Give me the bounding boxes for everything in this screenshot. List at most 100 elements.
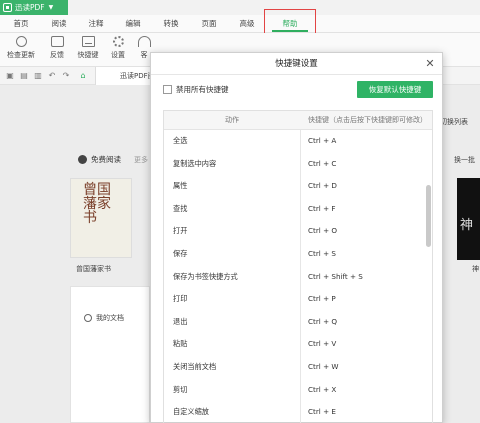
- header-action: 动作: [225, 116, 239, 124]
- save-icon[interactable]: ▤: [19, 71, 29, 81]
- shortcuts-button[interactable]: 快捷键: [71, 36, 105, 60]
- free-reading-heading: 免费阅读: [78, 154, 121, 165]
- redo-icon[interactable]: ↷: [61, 71, 71, 81]
- home-icon[interactable]: ⌂: [78, 71, 88, 81]
- shortcut-cell[interactable]: Ctrl + F: [308, 198, 336, 221]
- table-row[interactable]: 自定义缩放 Ctrl + E: [164, 401, 432, 423]
- table-row[interactable]: 查找 Ctrl + F: [164, 198, 432, 221]
- shortcut-table: 动作 快捷键（点击后按下快捷键即可修改） 全选 Ctrl + A 复制选中内容 Ct…: [163, 110, 433, 423]
- restore-default-button[interactable]: 恢复默认快捷键: [357, 81, 433, 98]
- feedback-label: 反馈: [50, 51, 64, 59]
- table-row[interactable]: 复制选中内容 Ctrl + C: [164, 153, 432, 176]
- shortcut-cell[interactable]: Ctrl + C: [308, 153, 336, 176]
- free-reading-label: 免费阅读: [91, 155, 121, 164]
- shortcut-settings-dialog: 快捷键设置 ✕ 禁用所有快捷键 恢复默认快捷键 动作 快捷键（点击后按下快捷键即…: [150, 52, 443, 423]
- more-link[interactable]: 更多: [134, 155, 148, 165]
- menu-convert[interactable]: 转换: [154, 15, 188, 33]
- menu-edit[interactable]: 编辑: [116, 15, 150, 33]
- shortcut-cell[interactable]: Ctrl + P: [308, 288, 336, 311]
- shortcut-cell[interactable]: Ctrl + E: [308, 401, 336, 423]
- table-row[interactable]: 全选 Ctrl + A: [164, 130, 432, 153]
- print-icon[interactable]: ▥: [33, 71, 43, 81]
- action-cell: 打开: [173, 226, 188, 236]
- table-row[interactable]: 打开 Ctrl + O: [164, 220, 432, 243]
- action-cell: 打印: [173, 294, 188, 304]
- table-row[interactable]: 保存为书签快捷方式 Ctrl + Shift + S: [164, 266, 432, 289]
- shortcut-rows: 全选 Ctrl + A 复制选中内容 Ctrl + C 属性 Ctrl + D 查找 C…: [164, 130, 432, 423]
- book-title[interactable]: 曾国藩家书: [76, 264, 111, 274]
- shortcut-cell[interactable]: Ctrl + X: [308, 379, 336, 402]
- app-logo-icon: [3, 3, 12, 12]
- table-row[interactable]: 保存 Ctrl + S: [164, 243, 432, 266]
- switch-list-link[interactable]: 切换列表: [440, 117, 468, 127]
- menu-read[interactable]: 阅读: [42, 15, 76, 33]
- my-documents-heading: 我的文档: [84, 313, 124, 323]
- check-update-button[interactable]: 检查更新: [4, 36, 38, 60]
- book-cover-right-glyph: 神: [460, 218, 474, 233]
- refresh-check-icon: [15, 36, 27, 47]
- shortcuts-label: 快捷键: [77, 51, 99, 59]
- shortcut-cell[interactable]: Ctrl + D: [308, 175, 337, 198]
- action-cell: 粘贴: [173, 339, 188, 349]
- table-row[interactable]: 关闭当前文档 Ctrl + W: [164, 356, 432, 379]
- shortcut-cell[interactable]: Ctrl + S: [308, 243, 336, 266]
- app-title: 迅读PDF: [15, 3, 45, 12]
- disable-all-label: 禁用所有快捷键: [176, 85, 229, 94]
- document-icon: [84, 314, 92, 322]
- keyboard-icon: [81, 36, 95, 47]
- table-row[interactable]: 属性 Ctrl + D: [164, 175, 432, 198]
- action-cell: 属性: [173, 181, 188, 191]
- feedback-icon: [50, 36, 64, 47]
- action-cell: 退出: [173, 316, 188, 326]
- action-cell: 查找: [173, 203, 188, 213]
- table-scrollbar[interactable]: [426, 185, 431, 247]
- my-documents-panel: [70, 286, 150, 423]
- book-icon: [78, 155, 87, 164]
- table-row[interactable]: 退出 Ctrl + Q: [164, 311, 432, 334]
- feedback-button[interactable]: 反馈: [40, 36, 74, 60]
- shortcut-cell[interactable]: Ctrl + W: [308, 356, 339, 379]
- action-cell: 保存为书签快捷方式: [173, 271, 238, 281]
- table-row[interactable]: 粘贴 Ctrl + V: [164, 333, 432, 356]
- support-label: 客: [140, 51, 148, 59]
- disable-all-shortcuts-option[interactable]: 禁用所有快捷键: [163, 84, 229, 95]
- book-title-right[interactable]: 神: [472, 264, 479, 274]
- settings-label: 设置: [111, 51, 125, 59]
- action-cell: 复制选中内容: [173, 158, 217, 168]
- action-cell: 保存: [173, 248, 188, 258]
- book-cover[interactable]: 曾国藩家书: [70, 178, 132, 258]
- chevron-down-icon: ▼: [48, 4, 54, 11]
- dialog-title: 快捷键设置: [151, 53, 442, 75]
- header-shortcut: 快捷键（点击后按下快捷键即可修改）: [308, 116, 427, 124]
- close-icon[interactable]: ✕: [424, 58, 436, 70]
- action-cell: 全选: [173, 136, 188, 145]
- book-cover-right[interactable]: 神: [457, 178, 480, 260]
- book-cover-calligraphy: 曾国藩家书: [83, 182, 111, 226]
- shortcut-cell[interactable]: Ctrl + A: [308, 130, 336, 153]
- folder-icon[interactable]: ▣: [5, 71, 15, 81]
- table-row[interactable]: 打印 Ctrl + P: [164, 288, 432, 311]
- disable-all-checkbox[interactable]: [163, 85, 172, 94]
- menu-bar: 首页 阅读 注释 编辑 转换 页面 高级 帮助: [0, 15, 480, 33]
- app-title-badge[interactable]: 迅读PDF ▼: [0, 0, 68, 15]
- shortcut-cell[interactable]: Ctrl + Q: [308, 311, 337, 334]
- menu-home[interactable]: 首页: [4, 15, 38, 33]
- undo-icon[interactable]: ↶: [47, 71, 57, 81]
- table-header: 动作 快捷键（点击后按下快捷键即可修改）: [164, 111, 432, 130]
- headset-icon: [137, 36, 151, 47]
- menu-advanced[interactable]: 高级: [230, 15, 264, 33]
- menu-annotate[interactable]: 注释: [79, 15, 113, 33]
- action-cell: 剪切: [173, 384, 188, 394]
- check-update-label: 检查更新: [7, 51, 35, 59]
- action-cell: 自定义缩放: [173, 407, 209, 417]
- shortcut-cell[interactable]: Ctrl + V: [308, 333, 336, 356]
- menu-page[interactable]: 页面: [192, 15, 226, 33]
- gear-icon: [112, 36, 124, 47]
- action-cell: 关闭当前文档: [173, 361, 217, 371]
- settings-button[interactable]: 设置: [101, 36, 135, 60]
- shortcut-cell[interactable]: Ctrl + Shift + S: [308, 266, 363, 289]
- shortcut-cell[interactable]: Ctrl + O: [308, 220, 337, 243]
- my-documents-label: 我的文档: [96, 314, 124, 322]
- table-row[interactable]: 剪切 Ctrl + X: [164, 379, 432, 402]
- change-batch-link[interactable]: 换一批: [454, 155, 475, 165]
